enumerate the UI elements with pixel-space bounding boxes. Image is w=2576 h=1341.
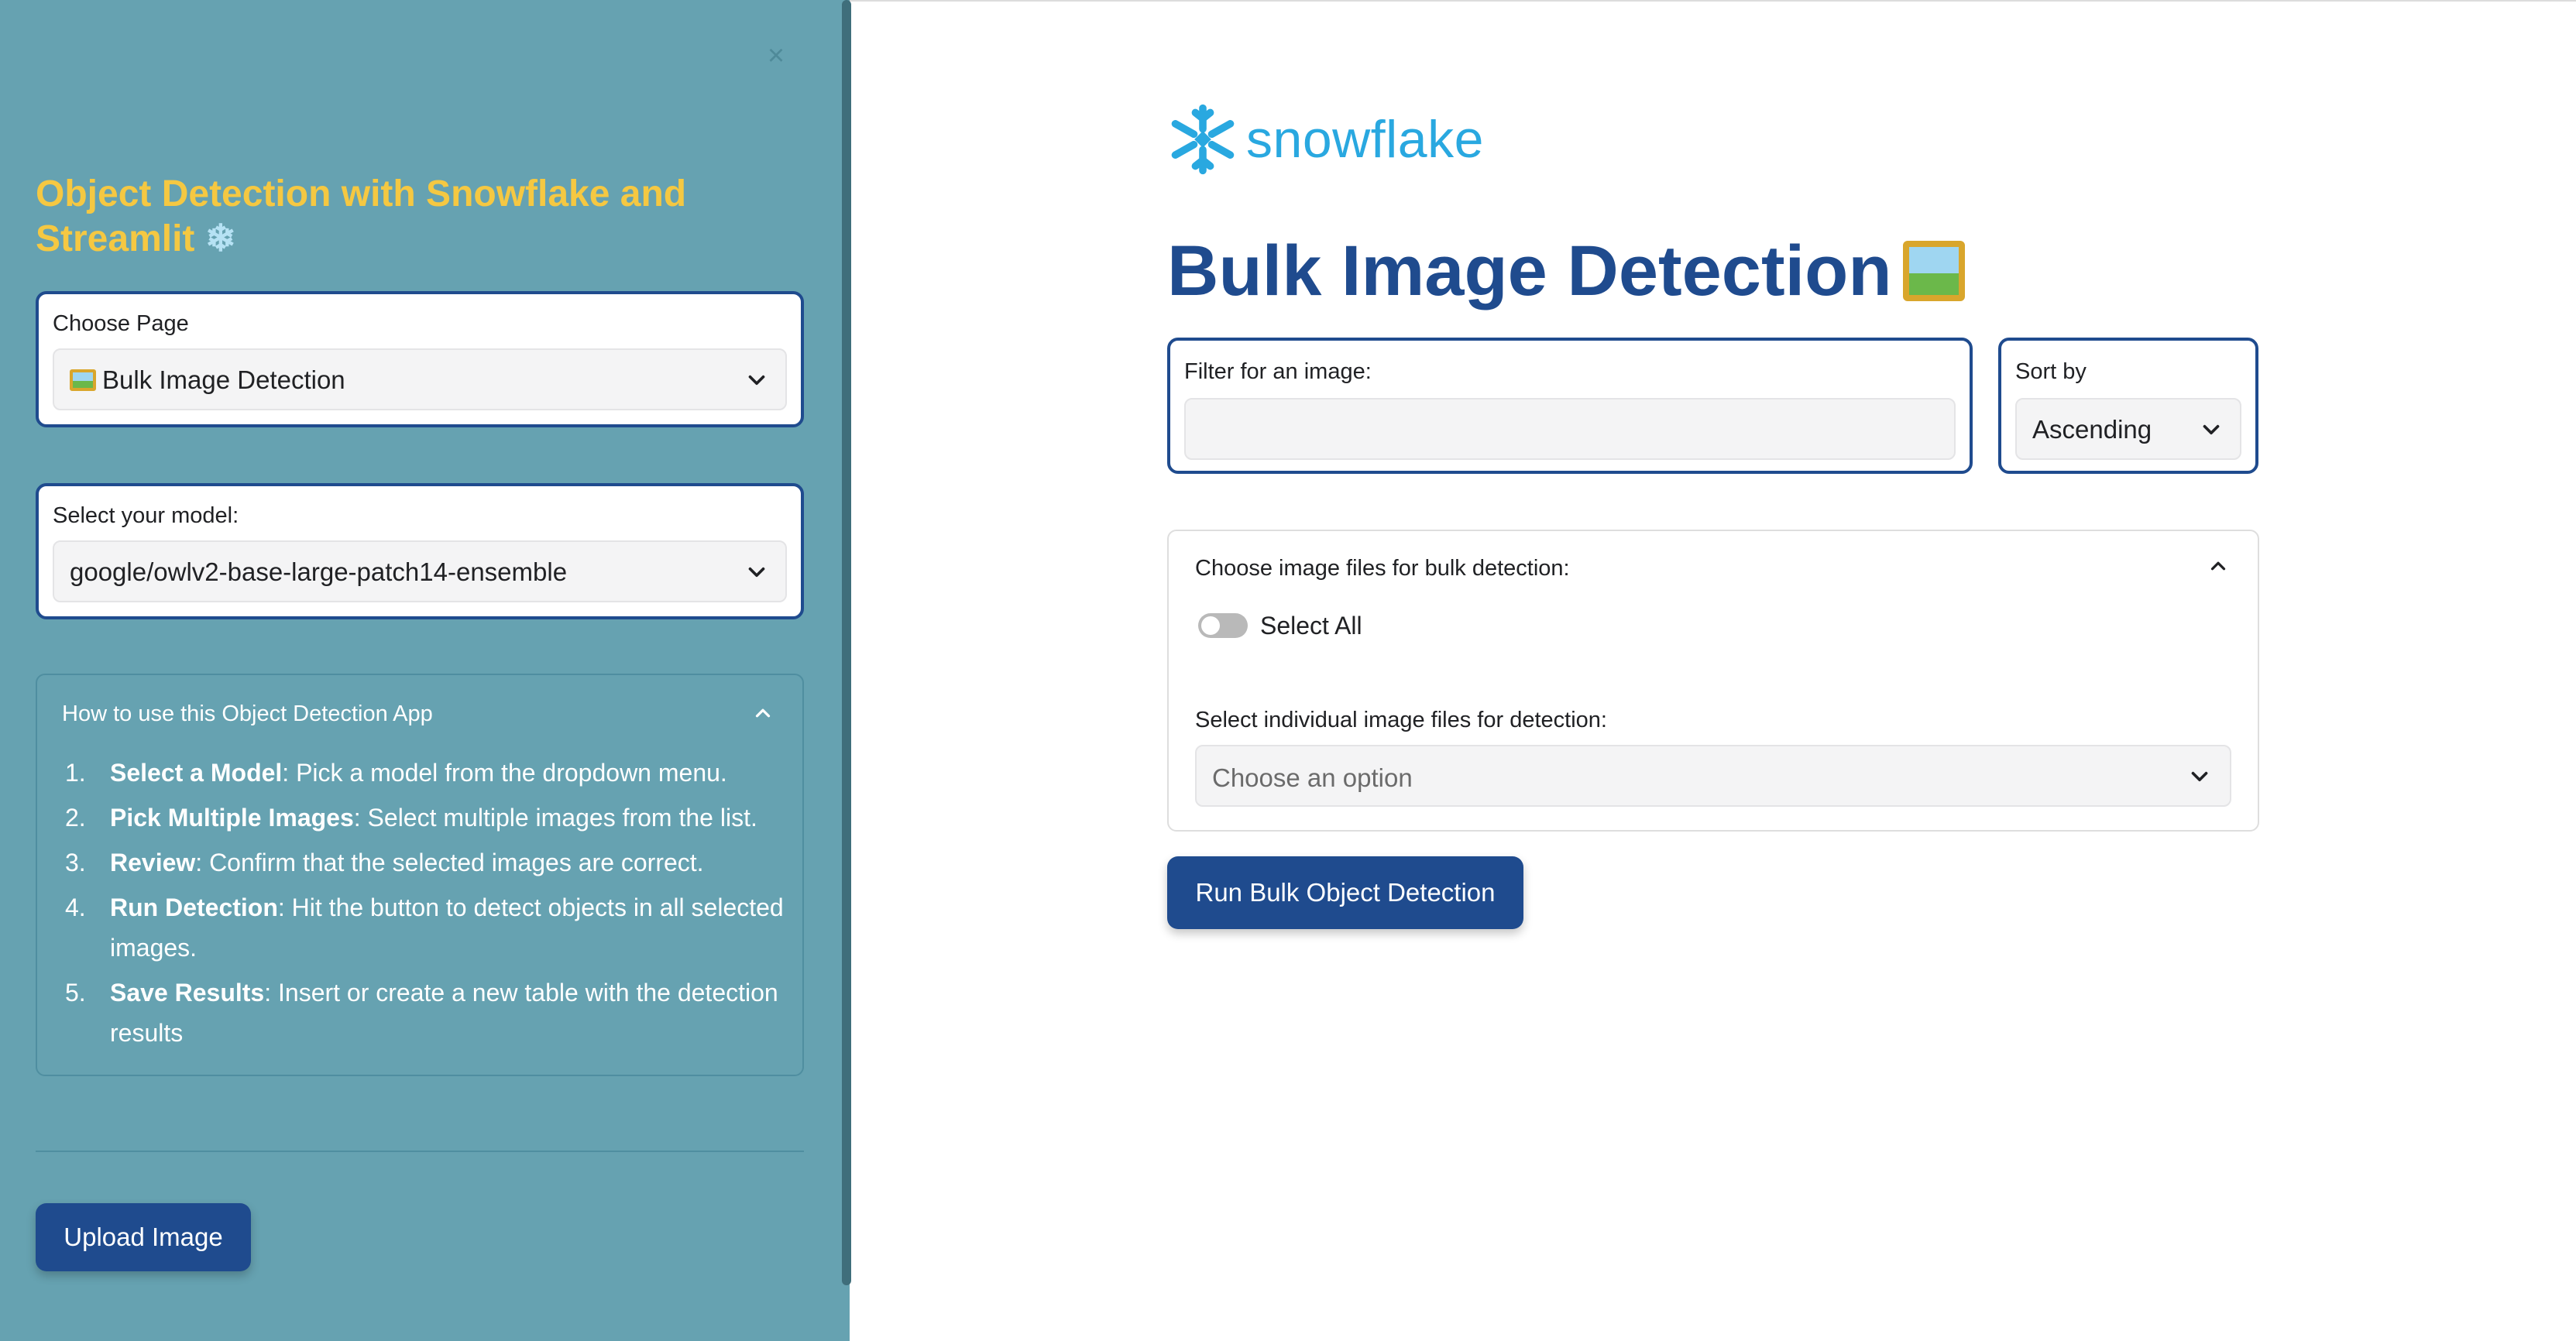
step-desc: : Pick a model from the dropdown menu. [282,759,727,787]
snowflake-emoji-icon: ❄ [204,218,236,259]
framed-picture-icon [70,369,96,391]
sort-label: Sort by [2015,359,2087,384]
how-to-step: 4. Run Detection: Hit the button to detec… [65,887,785,968]
how-to-step: 1. Select a Model: Pick a model from the … [65,753,785,793]
individual-files-multiselect[interactable]: Choose an option [1195,745,2231,807]
step-text: Save Results: Insert or create a new tab… [110,972,785,1053]
sort-card: Sort by Ascending [1998,338,2258,474]
select-model-label: Select your model: [53,503,239,528]
sort-select[interactable]: Ascending [2015,398,2241,460]
page-title: Bulk Image Detection [1167,231,1965,312]
step-desc: : Confirm that the selected images are c… [195,849,704,876]
filter-label: Filter for an image: [1184,359,1372,384]
filter-card: Filter for an image: [1167,338,1973,474]
step-bold: Pick Multiple Images [110,804,354,832]
step-number: 3. [65,849,86,876]
step-bold: Select a Model [110,759,283,787]
select-model-card: Select your model: google/owlv2-base-lar… [36,483,804,619]
sidebar-title: Object Detection with Snowflake and Stre… [36,172,779,262]
sort-value: Ascending [2032,415,2152,444]
how-to-step: 3. Review: Confirm that the selected imag… [65,842,785,883]
choose-page-value: Bulk Image Detection [70,365,345,395]
how-to-title[interactable]: How to use this Object Detection App [62,701,433,727]
how-to-steps: 1. Select a Model: Pick a model from the … [65,753,785,1058]
how-to-step: 5. Save Results: Insert or create a new t… [65,972,785,1053]
chevron-down-icon [2191,771,2208,782]
step-number: 2. [65,804,86,832]
step-text: Select a Model: Pick a model from the dr… [110,753,727,793]
expander-title[interactable]: Choose image files for bulk detection: [1195,556,1570,581]
sidebar-scrollbar[interactable] [842,0,851,1285]
step-number: 4. [65,893,86,921]
framed-picture-icon [1902,241,1965,301]
sidebar-title-text: Object Detection with Snowflake and Stre… [36,173,687,259]
how-to-expander: How to use this Object Detection App 1. S… [36,674,804,1076]
step-bold: Run Detection [110,893,278,921]
close-icon[interactable]: × [761,40,792,71]
select-all-toggle[interactable] [1198,613,1248,638]
choose-page-value-text: Bulk Image Detection [102,365,345,394]
toggle-knob [1201,616,1220,635]
chevron-up-icon[interactable] [751,701,775,725]
filter-input[interactable] [1184,398,1956,460]
select-model-value: google/owlv2-base-large-patch14-ensemble [70,557,568,586]
snowflake-logo-text: snowflake [1246,110,1484,169]
individual-files-label: Select individual image files for detect… [1195,708,1607,732]
step-text: Review: Confirm that the selected images… [110,842,704,883]
step-number: 1. [65,759,86,787]
run-bulk-detection-button[interactable]: Run Bulk Object Detection [1167,856,1523,929]
page-title-text: Bulk Image Detection [1167,232,1892,310]
step-bold: Save Results [110,979,265,1007]
app-root: × Object Detection with Snowflake and St… [0,0,2576,1341]
how-to-step: 2. Pick Multiple Images: Select multiple … [65,797,785,838]
choose-page-card: Choose Page Bulk Image Detection [36,291,804,427]
choose-page-label: Choose Page [53,311,189,336]
choose-page-select[interactable]: Bulk Image Detection [53,348,787,410]
select-all-label[interactable]: Select All [1260,612,1362,640]
step-text: Pick Multiple Images: Select multiple im… [110,797,757,838]
chevron-down-icon [2203,424,2220,435]
multiselect-placeholder: Choose an option [1212,763,1413,792]
bulk-detection-expander: Choose image files for bulk detection: S… [1167,530,2259,832]
sidebar: × Object Detection with Snowflake and St… [0,0,851,1341]
snowflake-logo: snowflake [1166,101,1484,178]
step-text: Run Detection: Hit the button to detect … [110,887,785,968]
step-number: 5. [65,979,86,1007]
main-top-border [850,0,2576,2]
sidebar-divider [36,1151,804,1152]
step-desc: : Select multiple images from the list. [353,804,757,832]
upload-image-button[interactable]: Upload Image [36,1203,251,1271]
chevron-down-icon [748,375,765,386]
chevron-down-icon [748,567,765,578]
snowflake-logo-icon [1171,104,1235,175]
chevron-up-icon[interactable] [2207,554,2230,578]
select-model-select[interactable]: google/owlv2-base-large-patch14-ensemble [53,540,787,602]
step-bold: Review [110,849,196,876]
